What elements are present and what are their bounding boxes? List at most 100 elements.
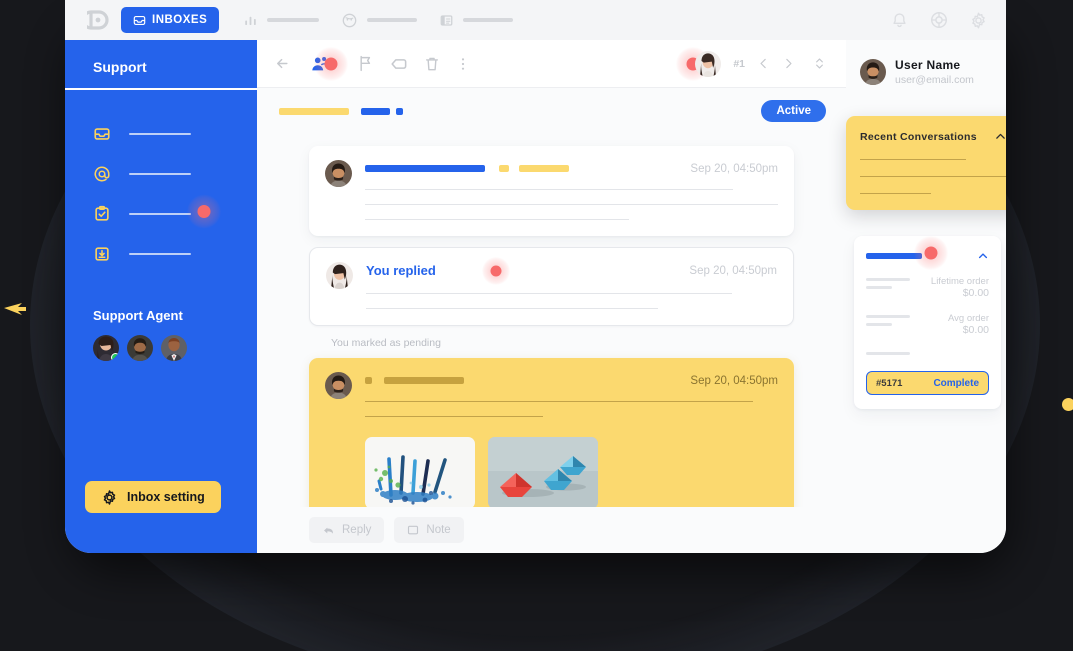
order-placeholder-line: [866, 278, 910, 281]
contact-details-panel: User Name user@email.com Recent Conversa…: [846, 40, 1006, 553]
top-nav-items: [243, 12, 535, 29]
contact-name: User Name: [895, 58, 961, 72]
assigned-agent-avatar[interactable]: [695, 50, 722, 77]
sidebar-item-inbox-label-placeholder: [129, 133, 191, 135]
order-summary-header: [866, 236, 989, 270]
agent-avatar-1[interactable]: [93, 335, 119, 361]
trash-icon[interactable]: [423, 55, 441, 73]
user-avatar-man: [860, 59, 886, 85]
note-title-placeholder: [384, 377, 464, 384]
flag-icon[interactable]: [356, 54, 375, 73]
bar-chart-icon: [245, 16, 257, 25]
nav-item-contacts[interactable]: [341, 12, 418, 29]
cursor-arrow-icon: [4, 303, 26, 315]
message-title-placeholder: [365, 165, 485, 172]
order-lifetime-amount: $0.00: [962, 287, 989, 299]
order-row-placeholders: [866, 276, 910, 299]
message-reply: You replied Sep 20, 04:50pm: [309, 247, 794, 326]
life-ring-icon[interactable]: [929, 10, 949, 30]
message-note-body: Sep 20, 04:50pm: [365, 372, 778, 507]
message-text-line: [365, 219, 630, 220]
more-vertical-icon[interactable]: [455, 56, 471, 72]
order-id: #5171: [876, 377, 903, 389]
screenshot-stage: INBOXES Support Support Agent Inbox sett…: [0, 0, 1073, 651]
conversation-pane: #1 Active Sep 20, 04:50pm You replied Se…: [257, 40, 846, 553]
gear-icon: [103, 489, 116, 505]
user-avatar-woman: [326, 262, 353, 289]
square-note-icon: [408, 525, 419, 535]
chevron-up-down-icon[interactable]: [813, 56, 826, 71]
article-icon: [440, 14, 453, 26]
sidebar-item-inbox[interactable]: [65, 114, 257, 154]
note-marker-placeholder: [365, 377, 372, 384]
nav-item-reports[interactable]: [243, 13, 320, 28]
conversation-counter: #1: [733, 57, 745, 70]
sidebar-item-mentions[interactable]: [65, 154, 257, 194]
message-incoming: Sep 20, 04:50pm: [309, 146, 794, 236]
reply-button-label: Reply: [342, 524, 372, 536]
sidebar-nav: [65, 90, 257, 274]
message-incoming-body: Sep 20, 04:50pm: [365, 160, 778, 220]
assign-user-icon[interactable]: [310, 46, 348, 81]
subject-row: Active: [257, 88, 846, 134]
message-thread: Sep 20, 04:50pm You replied Sep 20, 04:5…: [257, 134, 846, 507]
order-status-pill[interactable]: #5171 Complete: [866, 371, 989, 395]
chevron-left-icon[interactable]: [757, 57, 770, 70]
recent-conversations-header[interactable]: Recent Conversations: [860, 130, 1006, 143]
message-tag-placeholder-large: [519, 165, 569, 172]
note-attachments: [365, 437, 778, 507]
app-window: INBOXES Support Support Agent Inbox sett…: [65, 0, 1006, 553]
chevron-up-icon[interactable]: [977, 250, 989, 262]
attachment-paper-boats[interactable]: [488, 437, 598, 507]
order-status: Complete: [933, 377, 979, 389]
sidebar-agents-title: Support Agent: [93, 308, 183, 323]
message-reply-body: You replied Sep 20, 04:50pm: [366, 256, 777, 309]
reply-arrow-icon: [324, 527, 333, 534]
inbox-setting-button[interactable]: Inbox setting: [85, 481, 221, 513]
sidebar: Support Support Agent Inbox setting: [65, 40, 257, 553]
sidebar-item-archive[interactable]: [65, 234, 257, 274]
chevron-up-icon[interactable]: [994, 130, 1006, 143]
contact-circle-icon: [342, 13, 357, 27]
message-note-header: Sep 20, 04:50pm: [365, 374, 778, 387]
gear-icon[interactable]: [969, 11, 988, 30]
sidebar-item-tasks[interactable]: [65, 194, 257, 234]
note-button[interactable]: Note: [394, 517, 464, 543]
arrow-left-icon[interactable]: [273, 54, 292, 73]
inbox-setting-label: Inbox setting: [127, 490, 205, 504]
sidebar-agents-list: [65, 323, 257, 361]
message-text-line: [366, 293, 732, 294]
sidebar-title: Support: [93, 59, 147, 75]
subject-placeholder-blue: [361, 107, 390, 115]
nav-item-articles[interactable]: [439, 13, 514, 28]
app-body: Support Support Agent Inbox setting #1 A…: [65, 40, 1006, 553]
top-bar: INBOXES: [65, 0, 1006, 40]
nav-item-reports-label-placeholder: [267, 18, 320, 22]
conversation-toolbar: #1: [257, 40, 846, 88]
user-avatar-man: [325, 372, 352, 399]
order-summary-card: Lifetime order $0.00 Avg order $0.00 #51…: [854, 236, 1001, 409]
agent-avatar-2[interactable]: [127, 335, 153, 361]
inboxes-tab-label: INBOXES: [152, 14, 208, 26]
note-text-line: [365, 401, 754, 402]
reply-button[interactable]: Reply: [309, 517, 385, 543]
subject-placeholder-blue-small: [396, 107, 403, 115]
decorative-yellow-dot: [1062, 398, 1073, 411]
user-avatar-man: [325, 160, 352, 187]
tag-icon[interactable]: [389, 54, 409, 74]
order-avg-amount: $0.00: [962, 324, 989, 336]
brand-d-logo-icon[interactable]: [87, 10, 113, 30]
attachment-pencils[interactable]: [365, 437, 475, 507]
status-badge[interactable]: Active: [761, 100, 826, 122]
message-reply-header: You replied Sep 20, 04:50pm: [366, 256, 777, 285]
order-row-lifetime: Lifetime order $0.00: [866, 276, 989, 299]
message-timestamp: Sep 20, 04:50pm: [689, 264, 777, 277]
sidebar-item-tasks-label-placeholder: [129, 213, 191, 215]
bell-icon[interactable]: [890, 11, 909, 30]
message-text-line: [366, 308, 658, 309]
reply-bar: Reply Note: [257, 507, 846, 553]
agent-avatar-3[interactable]: [161, 335, 187, 361]
inboxes-tab-button[interactable]: INBOXES: [121, 7, 220, 33]
chevron-right-icon[interactable]: [782, 57, 795, 70]
contact-email: user@email.com: [895, 74, 974, 86]
